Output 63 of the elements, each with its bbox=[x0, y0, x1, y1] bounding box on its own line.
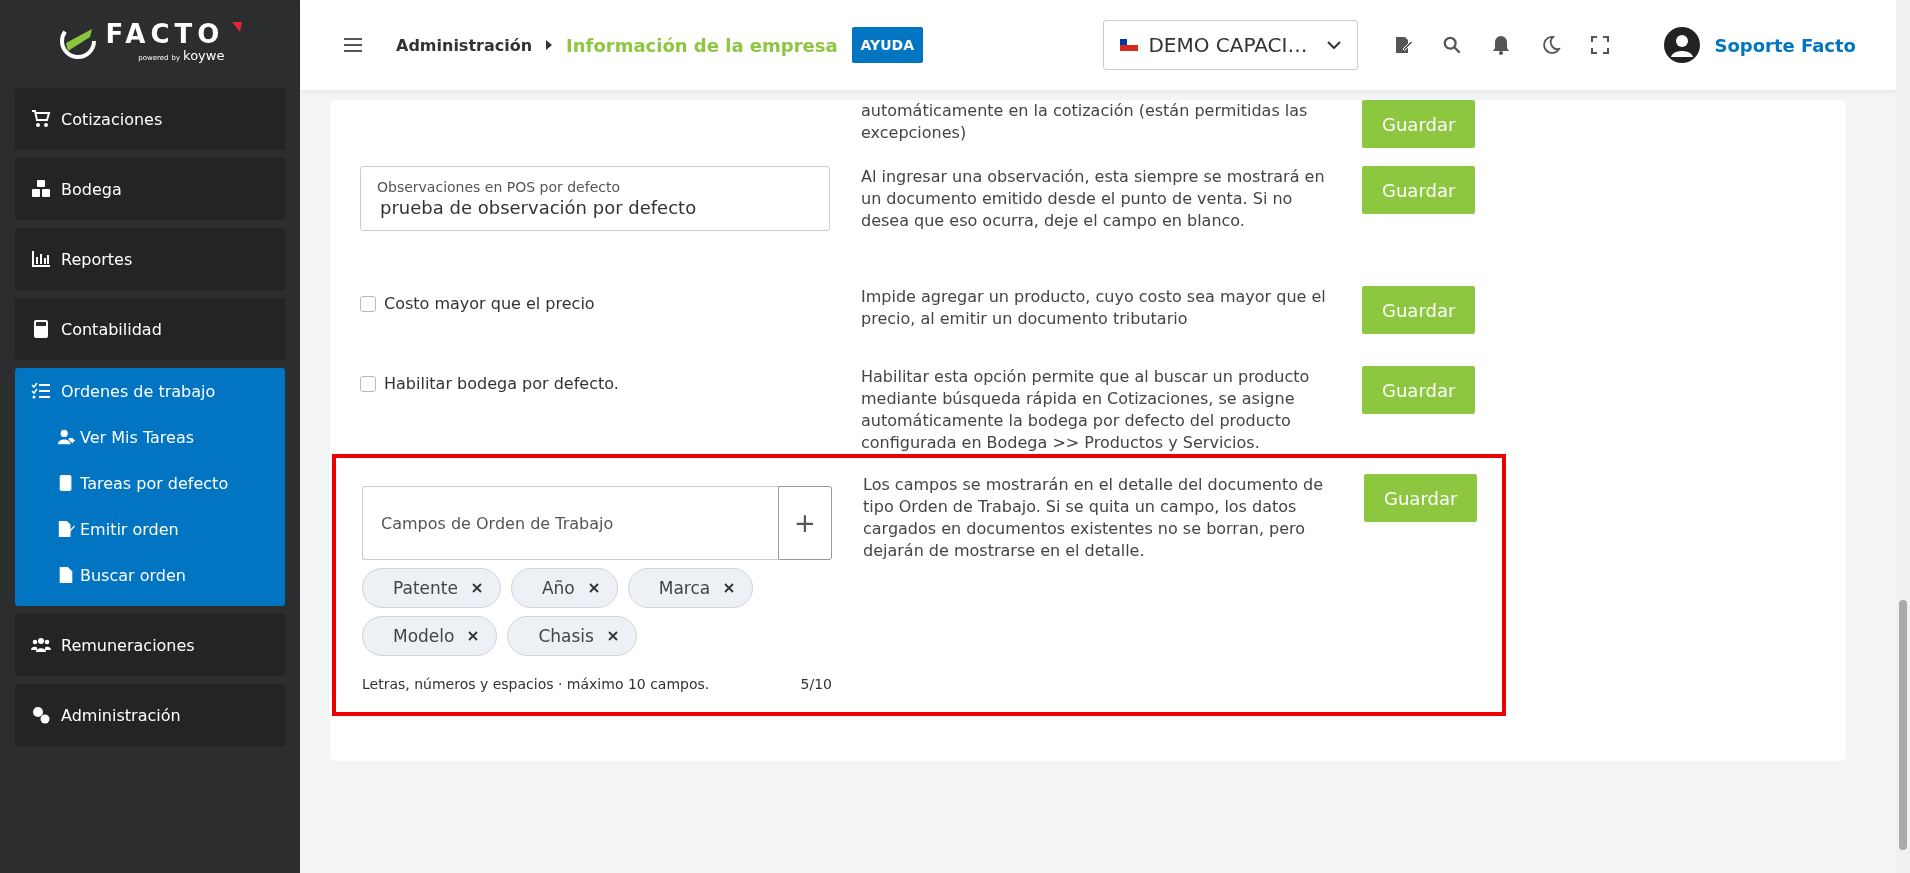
logo-wordmark: FACTO bbox=[105, 19, 225, 48]
nav-item[interactable]: Remuneraciones bbox=[15, 614, 285, 676]
counter-text: 5/10 bbox=[800, 676, 832, 692]
close-icon[interactable] bbox=[588, 583, 599, 593]
nav-item[interactable]: Administración bbox=[15, 684, 285, 746]
checkbox[interactable] bbox=[360, 375, 376, 392]
chevron-down-icon bbox=[1327, 41, 1342, 49]
document-icon bbox=[57, 566, 75, 584]
cart-icon bbox=[31, 109, 51, 129]
user-tag-icon bbox=[57, 428, 75, 446]
nav-item[interactable]: Cotizaciones bbox=[15, 88, 285, 150]
nav-item[interactable]: Reportes bbox=[15, 228, 285, 290]
submenu-item[interactable]: Tareas por defecto bbox=[57, 460, 285, 506]
caret-icon bbox=[546, 40, 553, 50]
description-text: Impide agregar un producto, cuyo costo sea mayor que el precio, al emitir un documento tributario bbox=[861, 286, 1327, 330]
edit-document-icon[interactable] bbox=[1393, 35, 1414, 55]
boxes-icon bbox=[31, 179, 51, 199]
nav-item[interactable]: Contabilidad bbox=[15, 298, 285, 360]
submenu-item[interactable]: Buscar orden bbox=[57, 552, 285, 598]
scrollbar[interactable] bbox=[1896, 0, 1910, 873]
signature-icon bbox=[57, 520, 75, 538]
menu-icon[interactable] bbox=[344, 38, 362, 52]
chart-icon bbox=[31, 249, 51, 269]
close-icon[interactable] bbox=[724, 583, 735, 593]
checkbox-option[interactable]: Habilitar bodega por defecto. bbox=[360, 374, 830, 393]
description-text: Al ingresar una observación, esta siempre se mostrará en un documento emitido desde el punto de venta. Si no desea que eso ocurra, deje el campo en blanco. bbox=[861, 166, 1326, 232]
nav-item[interactable]: Ordenes de trabajo Ver Mis Tareas Tareas por defecto Emitir orden Buscar orden bbox=[15, 368, 285, 606]
description-text: Los campos se mostrarán en el detalle del documento de tipo Orden de Trabajo. Si se quita un campo, los datos cargados en documentos existentes no se borran, pero dejarán de mostrarse en el detalle. bbox=[863, 474, 1325, 562]
field-name-input[interactable]: Campos de Orden de Trabajo bbox=[362, 486, 778, 560]
add-button[interactable]: + bbox=[778, 486, 832, 560]
tag-label: Año bbox=[541, 578, 575, 598]
tag-label: Modelo bbox=[393, 626, 455, 646]
tag-label: Marca bbox=[658, 578, 711, 598]
submenu-item[interactable]: Ver Mis Tareas bbox=[57, 414, 285, 460]
close-icon[interactable] bbox=[607, 631, 618, 641]
hint-text: Letras, números y espacios · máximo 10 campos. bbox=[362, 676, 710, 692]
page-title: Información de la empresa bbox=[566, 34, 838, 56]
brand-text: koywe bbox=[183, 47, 225, 63]
checklist-icon bbox=[31, 381, 51, 401]
tag-label: Patente bbox=[393, 578, 458, 598]
description-text: Habilitar esta opción permite que al buscar un producto mediante búsqueda rápida en Cotizaciones, se asigne automáticamente la bodega por defecto del producto configurada en Bodega >> Productos y Servicios. bbox=[861, 366, 1311, 454]
close-icon[interactable] bbox=[471, 583, 482, 593]
submenu-item[interactable]: Emitir orden bbox=[57, 506, 285, 552]
flag-icon bbox=[1120, 39, 1139, 51]
avatar-icon bbox=[1664, 27, 1701, 63]
checkbox-option[interactable]: Costo mayor que el precio bbox=[360, 294, 830, 313]
fullscreen-icon[interactable] bbox=[1591, 36, 1610, 54]
moon-icon[interactable] bbox=[1541, 35, 1562, 55]
company-select[interactable]: DEMO CAPACI… bbox=[1103, 20, 1359, 70]
user-name-link[interactable]: Soporte Facto bbox=[1714, 34, 1856, 56]
nav-item[interactable]: Bodega bbox=[15, 158, 285, 220]
bell-icon[interactable] bbox=[1491, 35, 1512, 55]
description-text: automáticamente en la cotización (están permitidas las excepciones) bbox=[861, 100, 1309, 144]
calculator-icon bbox=[31, 319, 51, 339]
help-button[interactable]: AYUDA bbox=[851, 27, 924, 63]
close-icon[interactable] bbox=[468, 631, 479, 641]
checkbox[interactable] bbox=[360, 295, 376, 312]
breadcrumb-link[interactable]: Administración bbox=[396, 35, 533, 55]
triangle-icon bbox=[232, 22, 243, 32]
observations-field[interactable]: Observaciones en POS por defecto prueba de observación por defecto bbox=[360, 166, 830, 231]
search-icon[interactable] bbox=[1443, 36, 1462, 54]
tag-label: Chasis bbox=[538, 626, 594, 646]
people-icon bbox=[31, 635, 51, 655]
